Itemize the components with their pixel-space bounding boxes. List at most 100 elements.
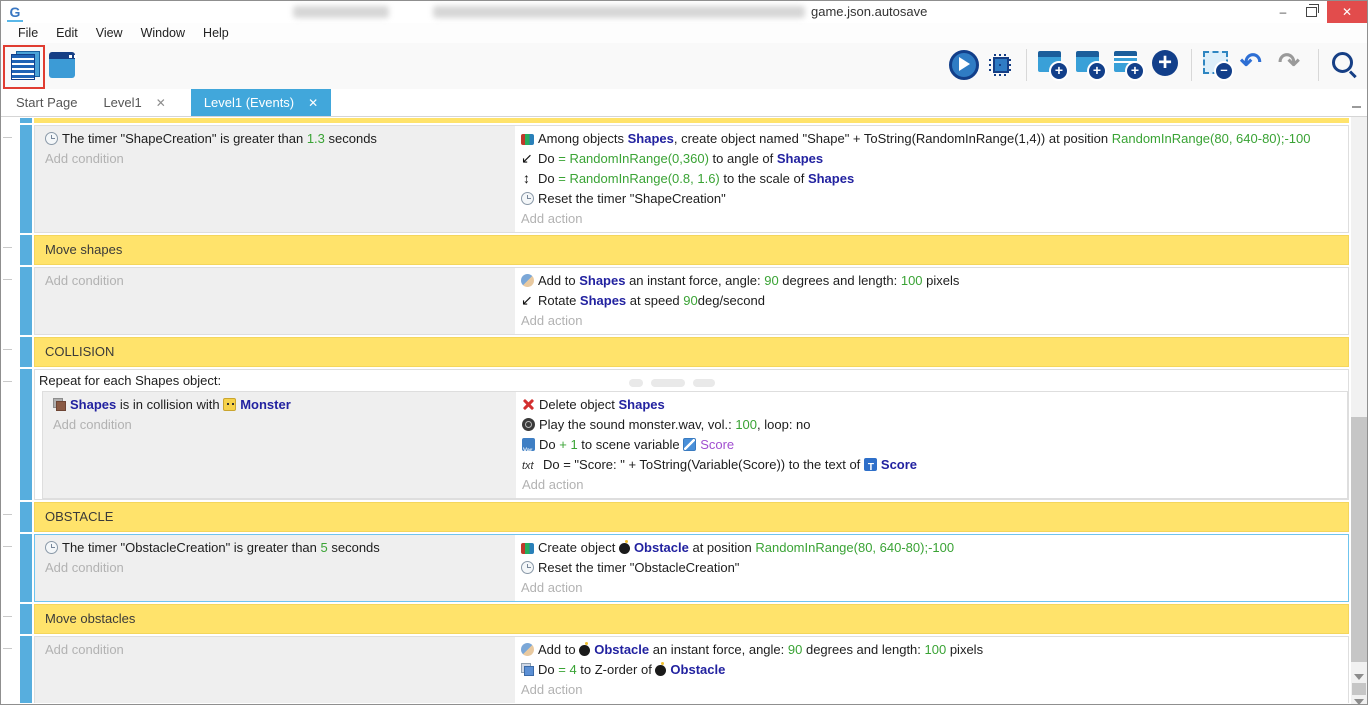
action-line[interactable]: Among objects Shapes, create object name… xyxy=(521,129,1340,149)
title-bar[interactable]: G game.json.autosave – ✕ xyxy=(1,1,1367,23)
minimize-button[interactable]: – xyxy=(1269,1,1297,23)
conditions-cell[interactable]: The timer "ObstacleCreation" is greater … xyxy=(35,535,517,601)
tab-level1-events-[interactable]: Level1 (Events)✕ xyxy=(191,89,331,116)
condition-line[interactable]: The timer "ShapeCreation" is greater tha… xyxy=(45,129,509,149)
event-handle[interactable] xyxy=(20,636,32,703)
add-action-link[interactable]: Add action xyxy=(521,578,1340,598)
action-line[interactable]: Do = RandomInRange(0,360) to angle of Sh… xyxy=(521,149,1340,169)
play-icon[interactable] xyxy=(946,47,980,83)
search-icon[interactable] xyxy=(1327,47,1361,83)
action-line[interactable]: Reset the timer "ShapeCreation" xyxy=(521,189,1340,209)
comment-row[interactable]: Move obstacles xyxy=(34,604,1349,634)
conditions-cell[interactable]: Add condition xyxy=(35,268,517,334)
add-condition-link[interactable]: Add condition xyxy=(45,558,509,578)
conditions-cell[interactable]: The timer "ShapeCreation" is greater tha… xyxy=(35,126,517,232)
action-line[interactable]: Do = RandomInRange(0.8, 1.6) to the scal… xyxy=(521,169,1340,189)
action-line[interactable]: Reset the timer "ObstacleCreation" xyxy=(521,558,1340,578)
event-handle[interactable] xyxy=(20,534,32,602)
actions-cell[interactable]: Add to Obstacle an instant force, angle:… xyxy=(517,637,1348,703)
add-action-link[interactable]: Add action xyxy=(521,680,1340,700)
scrollbar-thumb[interactable] xyxy=(1351,417,1367,662)
close-tab-icon[interactable]: ✕ xyxy=(156,96,166,110)
menu-help[interactable]: Help xyxy=(194,26,238,40)
events-sheet-icon[interactable] xyxy=(7,47,41,83)
tree-gutter xyxy=(1,604,20,634)
event-handle[interactable] xyxy=(20,337,32,367)
action-line[interactable]: Do = 4 to Z-order of Obstacle xyxy=(521,660,1340,680)
debug-icon[interactable] xyxy=(984,47,1018,83)
event-row[interactable]: Add condition Add to Obstacle an instant … xyxy=(34,636,1349,703)
comment-row[interactable] xyxy=(34,118,1349,123)
title-blur xyxy=(433,6,805,18)
action-line[interactable]: Do + 1 to scene variable Score xyxy=(522,435,1339,455)
event-handle[interactable] xyxy=(20,118,32,123)
repeat-header[interactable]: Repeat for each Shapes object: xyxy=(35,370,1348,391)
tab-level1[interactable]: Level1 ✕ xyxy=(90,89,178,116)
action-line[interactable]: Create object Obstacle at position Rando… xyxy=(521,538,1340,558)
menu-file[interactable]: File xyxy=(9,26,47,40)
conditions-cell[interactable]: Shapes is in collision with MonsterAdd c… xyxy=(43,392,518,498)
comment-row[interactable]: COLLISION xyxy=(34,337,1349,367)
event-handle[interactable] xyxy=(20,369,32,500)
add-comment-icon[interactable] xyxy=(1111,47,1145,83)
condition-line[interactable]: The timer "ObstacleCreation" is greater … xyxy=(45,538,509,558)
add-action-link[interactable]: Add action xyxy=(521,311,1340,331)
tab-label: Level1 xyxy=(103,95,141,110)
action-line[interactable]: Add to Obstacle an instant force, angle:… xyxy=(521,640,1340,660)
add-action-link[interactable]: Add action xyxy=(522,475,1339,495)
action-line[interactable]: Delete object Shapes xyxy=(522,395,1339,415)
undo-icon[interactable] xyxy=(1238,47,1272,83)
scroll-down-icon[interactable] xyxy=(1354,699,1364,705)
event-row[interactable]: Add condition Add to Shapes an instant fo… xyxy=(34,267,1349,335)
action-line[interactable]: Play the sound monster.wav, vol.: 100, l… xyxy=(522,415,1339,435)
add-condition-link[interactable]: Add condition xyxy=(45,640,509,660)
action-line[interactable]: Add to Shapes an instant force, angle: 9… xyxy=(521,271,1340,291)
timer-icon xyxy=(521,192,534,205)
delete-event-icon[interactable] xyxy=(1200,47,1234,83)
scrollbar-stub[interactable] xyxy=(1352,683,1366,695)
restore-button[interactable] xyxy=(1297,1,1325,23)
event-handle[interactable] xyxy=(20,502,32,532)
add-subevent-icon[interactable] xyxy=(1073,47,1107,83)
repeat-event[interactable]: Repeat for each Shapes object:Shapes is … xyxy=(34,369,1349,500)
add-circle-icon[interactable] xyxy=(1149,47,1183,83)
event-row[interactable]: The timer "ObstacleCreation" is greater … xyxy=(34,534,1349,602)
splitter-notch[interactable] xyxy=(1352,106,1361,108)
add-event-icon[interactable] xyxy=(1035,47,1069,83)
close-tab-icon[interactable]: ✕ xyxy=(308,96,318,110)
title-blur xyxy=(293,6,389,18)
tab-start-page[interactable]: Start Page xyxy=(3,89,90,116)
event-sheet-row: Repeat for each Shapes object:Shapes is … xyxy=(1,369,1349,500)
toolbar-separator xyxy=(1026,49,1027,81)
actions-cell[interactable]: Among objects Shapes, create object name… xyxy=(517,126,1348,232)
event-row[interactable]: Shapes is in collision with MonsterAdd c… xyxy=(42,391,1348,499)
comment-row[interactable]: Move shapes xyxy=(34,235,1349,265)
action-line[interactable]: Rotate Shapes at speed 90deg/second xyxy=(521,291,1340,311)
redo-icon[interactable] xyxy=(1276,47,1310,83)
event-handle[interactable] xyxy=(20,267,32,335)
tab-bar: Start PageLevel1✕Level1 (Events)✕ xyxy=(1,89,1367,117)
scene-window-icon[interactable] xyxy=(45,47,79,83)
action-line[interactable]: Do = "Score: " + ToString(Variable(Score… xyxy=(522,455,1339,475)
add-action-link[interactable]: Add action xyxy=(521,209,1340,229)
add-condition-link[interactable]: Add condition xyxy=(45,149,509,169)
comment-row[interactable]: OBSTACLE xyxy=(34,502,1349,532)
menu-window[interactable]: Window xyxy=(132,26,194,40)
event-row[interactable]: The timer "ShapeCreation" is greater tha… xyxy=(34,125,1349,233)
actions-cell[interactable]: Add to Shapes an instant force, angle: 9… xyxy=(517,268,1348,334)
vertical-scrollbar[interactable] xyxy=(1351,117,1367,704)
condition-line[interactable]: Shapes is in collision with Monster xyxy=(53,395,510,415)
conditions-cell[interactable]: Add condition xyxy=(35,637,517,703)
menu-view[interactable]: View xyxy=(87,26,132,40)
close-button[interactable]: ✕ xyxy=(1327,1,1367,23)
scroll-down-icon[interactable] xyxy=(1354,674,1364,680)
add-condition-link[interactable]: Add condition xyxy=(53,415,510,435)
event-handle[interactable] xyxy=(20,604,32,634)
menu-edit[interactable]: Edit xyxy=(47,26,87,40)
event-handle[interactable] xyxy=(20,125,32,233)
actions-cell[interactable]: Delete object ShapesPlay the sound monst… xyxy=(518,392,1347,498)
add-condition-link[interactable]: Add condition xyxy=(45,271,509,291)
actions-cell[interactable]: Create object Obstacle at position Rando… xyxy=(517,535,1348,601)
event-handle[interactable] xyxy=(20,235,32,265)
event-sheet-row: Move shapes xyxy=(1,235,1349,265)
